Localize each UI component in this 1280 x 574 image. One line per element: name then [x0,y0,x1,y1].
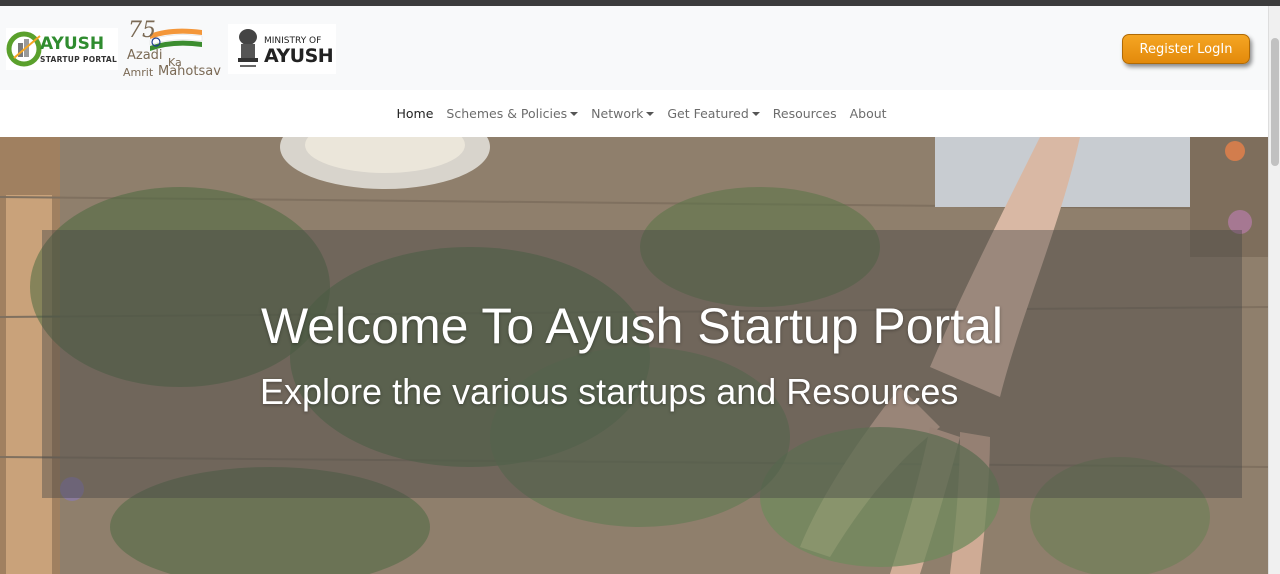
nav-item-about[interactable]: About [843,106,893,121]
azadi-logo: 75 Azadi Ka Amrit Mahotsav [122,18,226,82]
main-navbar: Home Schemes & Policies Network Get Feature… [0,90,1268,137]
emblem-icon [238,29,258,67]
scrollbar-thumb[interactable] [1271,38,1279,166]
nav-item-resources[interactable]: Resources [766,106,843,121]
hero-banner: Welcome To Ayush Startup Portal Explore … [0,137,1268,574]
nav-item-label: Get Featured [667,106,749,121]
nav-item-get-featured[interactable]: Get Featured [661,106,766,121]
nav-list: Home Schemes & Policies Network Get Feature… [390,90,893,137]
caret-down-icon [646,112,655,116]
caret-down-icon [751,112,760,116]
register-login-button[interactable]: Register LogIn [1122,34,1250,64]
ayush-startup-logo[interactable]: AYUSH STARTUP PORTAL [6,28,118,70]
nav-item-home[interactable]: Home [390,106,440,121]
azadi-line3: Amrit [123,66,154,79]
nav-item-network[interactable]: Network [585,106,661,121]
azadi-line1: Azadi [127,48,163,63]
nav-item-schemes-policies[interactable]: Schemes & Policies [440,106,585,121]
nav-item-label: Home [396,106,434,121]
hero-overlay [42,230,1242,498]
nav-item-label: Resources [772,106,837,121]
ayush-logo-tag: STARTUP PORTAL [40,55,118,64]
nav-item-label: Schemes & Policies [446,106,568,121]
hero-subtitle: Explore the various startups and Resourc… [260,371,959,412]
nav-item-label: Network [591,106,644,121]
site-header: AYUSH STARTUP PORTAL 75 Azadi Ka Amrit M… [0,6,1268,90]
hero-title: Welcome To Ayush Startup Portal [260,298,1004,354]
azadi-line4: Mahotsav [158,64,221,79]
ministry-line2: AYUSH [264,45,334,67]
nav-item-label: About [849,106,887,121]
azadi-number: 75 [128,18,156,43]
page-scrollbar[interactable] [1268,6,1280,574]
caret-down-icon [570,112,579,116]
ayush-logo-word: AYUSH [40,34,105,54]
ministry-logo: MINISTRY OF AYUSH [228,24,336,74]
